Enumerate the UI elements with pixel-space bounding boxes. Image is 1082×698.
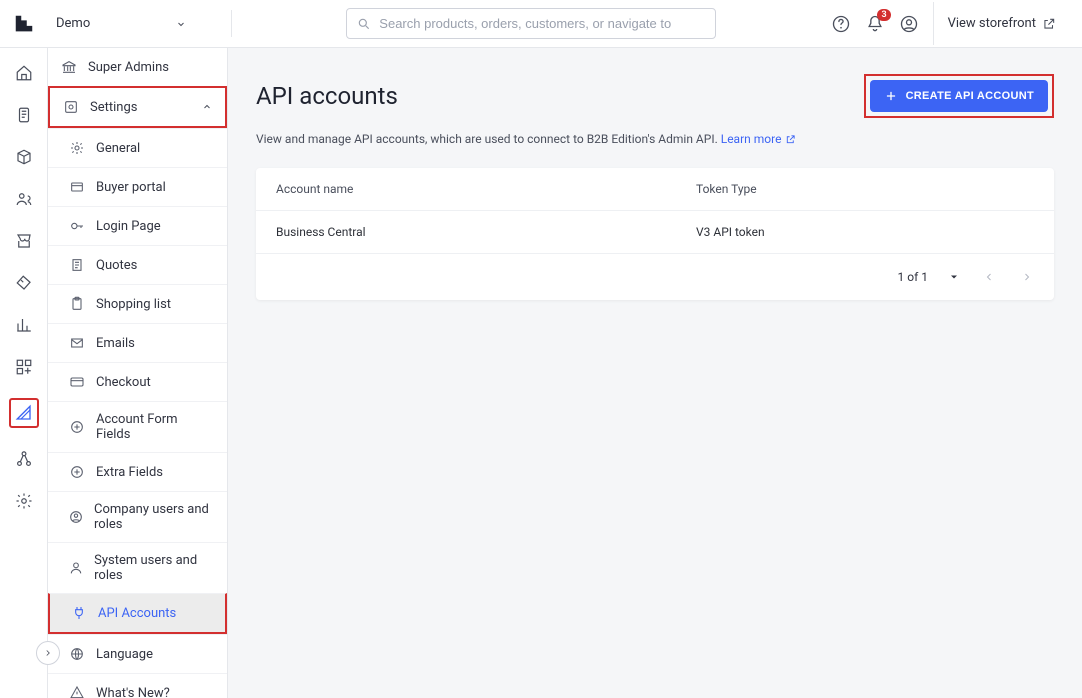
card-icon (68, 373, 86, 391)
external-link-icon (1042, 17, 1056, 31)
sidebar-item-account-form-fields[interactable]: Account Form Fields (48, 401, 227, 452)
app-logo (12, 12, 36, 36)
chevron-up-icon (201, 101, 213, 113)
mail-icon (68, 334, 86, 352)
cell-account-name: Business Central (276, 225, 696, 239)
next-page-button[interactable] (1018, 268, 1036, 286)
profile-icon[interactable] (899, 14, 919, 34)
rail-channel-icon[interactable] (13, 448, 35, 470)
search-icon (357, 17, 371, 31)
page-title: API accounts (256, 82, 398, 110)
sidebar-item-checkout[interactable]: Checkout (48, 362, 227, 401)
sidebar-item-language[interactable]: Language (48, 634, 227, 673)
rail-orders-icon[interactable] (13, 104, 35, 126)
global-search[interactable] (346, 8, 716, 39)
bank-icon (60, 58, 78, 76)
globe-icon (68, 645, 86, 663)
sidebar-item-api-accounts[interactable]: API Accounts (48, 593, 227, 634)
rail-home-icon[interactable] (13, 62, 35, 84)
rows-per-page-dropdown[interactable] (948, 271, 960, 283)
rail-settings-icon[interactable] (13, 490, 35, 512)
sidebar-item-system-users[interactable]: System users and roles (48, 542, 227, 593)
sidebar-item-extra-fields[interactable]: Extra Fields (48, 452, 227, 491)
learn-more-link[interactable]: Learn more (721, 132, 797, 146)
main-content: API accounts CREATE API ACCOUNT View and… (228, 48, 1082, 698)
sidebar: Super Admins Settings General Buyer port… (48, 48, 228, 698)
rail-products-icon[interactable] (13, 146, 35, 168)
table-header: Account name Token Type (256, 168, 1054, 211)
rail-storefront-icon[interactable] (13, 230, 35, 252)
sidebar-item-whats-new[interactable]: What's New? (48, 673, 227, 698)
search-input[interactable] (379, 16, 705, 31)
plus-icon (884, 89, 898, 103)
col-token-type: Token Type (696, 182, 1034, 196)
cell-token-type: V3 API token (696, 225, 1034, 239)
view-storefront-link[interactable]: View storefront (933, 2, 1070, 45)
rail-analytics-icon[interactable] (13, 314, 35, 336)
plus-circle-icon (68, 463, 86, 481)
col-account-name: Account name (276, 182, 696, 196)
rail-b2b-icon[interactable] (9, 398, 39, 428)
notifications-icon[interactable]: 3 (865, 14, 885, 34)
sidebar-item-emails[interactable]: Emails (48, 323, 227, 362)
rail-customers-icon[interactable] (13, 188, 35, 210)
create-api-account-button[interactable]: CREATE API ACCOUNT (870, 80, 1048, 112)
key-icon (68, 217, 86, 235)
gear-icon (68, 139, 86, 157)
icon-rail (0, 48, 48, 698)
chevron-down-icon (175, 18, 187, 30)
api-accounts-table: Account name Token Type Business Central… (256, 168, 1054, 300)
sidebar-item-settings[interactable]: Settings (48, 86, 227, 128)
gear-box-icon (62, 98, 80, 116)
document-icon (68, 256, 86, 274)
help-icon[interactable] (831, 14, 851, 34)
sidebar-item-company-users[interactable]: Company users and roles (48, 491, 227, 542)
prev-page-button[interactable] (980, 268, 998, 286)
table-row[interactable]: Business Central V3 API token (256, 211, 1054, 254)
user-icon (68, 559, 84, 577)
sidebar-item-super-admins[interactable]: Super Admins (48, 48, 227, 86)
sidebar-item-quotes[interactable]: Quotes (48, 245, 227, 284)
store-selector[interactable]: Demo (46, 10, 232, 37)
portal-icon (68, 178, 86, 196)
sidebar-item-login-page[interactable]: Login Page (48, 206, 227, 245)
user-circle-icon (68, 508, 84, 526)
rail-collapse-button[interactable] (36, 641, 60, 665)
sidebar-item-general[interactable]: General (48, 128, 227, 167)
sidebar-item-buyer-portal[interactable]: Buyer portal (48, 167, 227, 206)
clipboard-icon (68, 295, 86, 313)
store-name: Demo (56, 16, 90, 31)
pagination-text: 1 of 1 (898, 270, 928, 284)
plus-circle-icon (68, 418, 86, 436)
plug-icon (70, 604, 88, 622)
table-footer: 1 of 1 (256, 254, 1054, 300)
rail-apps-icon[interactable] (13, 356, 35, 378)
notification-badge: 3 (877, 9, 890, 21)
rail-marketing-icon[interactable] (13, 272, 35, 294)
page-description: View and manage API accounts, which are … (256, 132, 1054, 146)
alert-icon (68, 684, 86, 698)
sidebar-item-shopping-list[interactable]: Shopping list (48, 284, 227, 323)
